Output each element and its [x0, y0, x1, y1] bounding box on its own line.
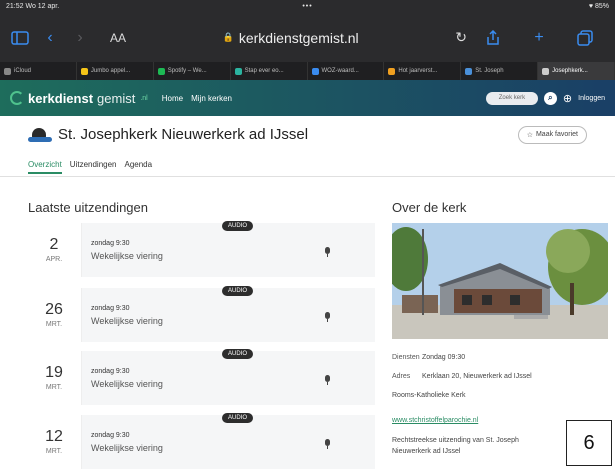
login-link[interactable]: Inloggen	[578, 95, 605, 102]
star-icon: ☆	[526, 131, 533, 139]
tab-jumbo[interactable]: Jumbo appel...	[77, 62, 154, 80]
logo-icon	[10, 91, 24, 105]
page-number: 6	[566, 420, 612, 466]
microphone-icon[interactable]	[279, 288, 375, 342]
church-subnav: Overzicht Uitzendingen Agenda	[28, 153, 152, 176]
favicon-icon	[234, 67, 242, 75]
parish-link[interactable]: www.stchristoffelparochie.nl	[392, 417, 478, 424]
church-header: St. Josephkerk Nieuwerkerk ad IJssel ☆ M…	[0, 116, 615, 153]
text-size-button[interactable]: AA	[110, 31, 126, 45]
favicon-icon	[542, 67, 550, 75]
tab-st-joseph[interactable]: St. Joseph	[461, 62, 539, 80]
broadcast-month: MRT.	[45, 321, 63, 328]
church-logo-icon	[28, 127, 52, 142]
broadcast-time: zondag 9:30	[91, 431, 130, 439]
audio-badge: AUDIO	[222, 286, 254, 296]
status-time: 21:52 Wo 12 apr.	[6, 3, 60, 10]
broadcasts-title: Laatste uitzendingen	[28, 200, 148, 215]
favicon-icon	[465, 67, 473, 75]
address-bar[interactable]: 🔒 kerkdienstgemist.nl	[126, 30, 455, 46]
divider	[0, 176, 615, 177]
url-text: kerkdienstgemist.nl	[238, 29, 359, 46]
broadcast-month: MRT.	[45, 384, 63, 391]
tab-uitzendingen[interactable]: Uitzendingen	[70, 160, 117, 169]
address-label: Adres	[392, 373, 411, 380]
services-info: Diensten Zondag 09:30	[392, 354, 465, 361]
denomination: Rooms-Katholieke Kerk	[392, 392, 466, 399]
church-photo	[392, 223, 608, 339]
tab-spotify[interactable]: Spotify – We...	[154, 62, 231, 80]
tab-jaarverslag[interactable]: Hot jaarverst...	[384, 62, 462, 80]
broadcast-day: 26	[45, 301, 63, 318]
favicon-icon	[4, 67, 11, 75]
broadcast-description: Wekelijkse viering	[91, 250, 163, 261]
broadcast-item[interactable]: 2 APR. AUDIO zondag 9:30 Wekelijkse vieri…	[27, 221, 375, 277]
broadcast-day: 19	[45, 364, 63, 381]
broadcast-day: 12	[45, 428, 63, 445]
broadcast-item[interactable]: 12 MRT. AUDIO zondag 9:30 Wekelijkse vier…	[27, 413, 375, 469]
reload-icon[interactable]: ↻	[455, 29, 467, 46]
broadcast-time: zondag 9:30	[91, 304, 130, 312]
nav-my-churches[interactable]: Mijn kerken	[191, 94, 232, 103]
browser-toolbar: ‹ › AA 🔒 kerkdienstgemist.nl ↻ +	[0, 13, 615, 62]
broadcast-time: zondag 9:30	[91, 367, 130, 375]
sidebar-icon[interactable]	[10, 28, 30, 48]
microphone-icon[interactable]	[279, 415, 375, 469]
address-info: Adres Kerklaan 20, Nieuwerkerk ad IJssel	[392, 373, 532, 380]
tab-overzicht[interactable]: Overzicht	[28, 160, 62, 174]
audio-badge: AUDIO	[222, 221, 254, 231]
forward-icon[interactable]: ›	[70, 28, 90, 48]
lock-icon: 🔒	[222, 32, 234, 42]
broadcast-day: 2	[49, 236, 59, 253]
site-logo[interactable]: kerkdienst gemist .nl	[10, 91, 148, 106]
new-tab-icon[interactable]: +	[529, 28, 549, 48]
about-description-line-2: Nieuwerkerk ad IJssel	[392, 448, 461, 455]
tabs-icon[interactable]	[575, 28, 595, 48]
search-icon[interactable]: ⌕	[543, 91, 557, 105]
favicon-icon	[311, 67, 319, 75]
favicon-icon	[157, 67, 165, 75]
audio-badge: AUDIO	[222, 413, 254, 423]
main-nav: Home Mijn kerken	[162, 94, 232, 103]
tab-josephkerk[interactable]: Josephkerk...	[538, 62, 615, 80]
tab-strip: iCloud Jumbo appel... Spotify – We... St…	[0, 62, 615, 80]
broadcast-item[interactable]: 19 MRT. AUDIO zondag 9:30 Wekelijkse vier…	[27, 349, 375, 405]
broadcast-item[interactable]: 26 MRT. AUDIO zondag 9:30 Wekelijkse vier…	[27, 286, 375, 342]
broadcast-description: Wekelijkse viering	[91, 315, 163, 326]
audio-badge: AUDIO	[222, 349, 254, 359]
services-value: Zondag 09:30	[421, 354, 466, 361]
multitask-dots[interactable]: •••	[207, 3, 408, 10]
favicon-icon	[388, 67, 396, 75]
address-value: Kerklaan 20, Nieuwerkerk ad IJssel	[421, 373, 532, 380]
broadcast-month: MRT.	[45, 448, 63, 455]
about-description-line-1: Rechtstreekse uitzending van St. Joseph	[392, 437, 519, 444]
church-name: St. Josephkerk Nieuwerkerk ad IJssel	[58, 126, 309, 143]
status-bar: 21:52 Wo 12 apr. ••• ♥ 85%	[0, 0, 615, 13]
tab-woz[interactable]: WOZ-waard...	[308, 62, 385, 80]
tab-agenda[interactable]: Agenda	[125, 160, 153, 169]
microphone-icon[interactable]	[279, 351, 375, 405]
share-icon[interactable]	[483, 28, 503, 48]
about-title: Over de kerk	[392, 200, 467, 215]
tab-icloud[interactable]: iCloud	[0, 62, 77, 80]
nav-home[interactable]: Home	[162, 94, 183, 103]
favorite-button[interactable]: ☆ Maak favoriet	[517, 125, 587, 144]
search-input[interactable]: Zoek kerk	[485, 91, 538, 105]
broadcast-description: Wekelijkse viering	[91, 442, 163, 453]
broadcast-time: zondag 9:30	[91, 239, 130, 247]
favicon-icon	[80, 67, 88, 75]
services-label: Diensten	[392, 354, 420, 361]
tab-stap[interactable]: Stap ever eo...	[231, 62, 308, 80]
battery-indicator: ♥ 85%	[588, 3, 609, 10]
broadcast-month: APR.	[45, 256, 63, 263]
broadcast-description: Wekelijkse viering	[91, 378, 163, 389]
microphone-icon[interactable]	[279, 223, 375, 277]
back-icon[interactable]: ‹	[40, 28, 60, 48]
site-header: kerkdienst gemist .nl Home Mijn kerken Zoe…	[0, 80, 615, 116]
globe-icon[interactable]: ⊕	[563, 92, 572, 105]
